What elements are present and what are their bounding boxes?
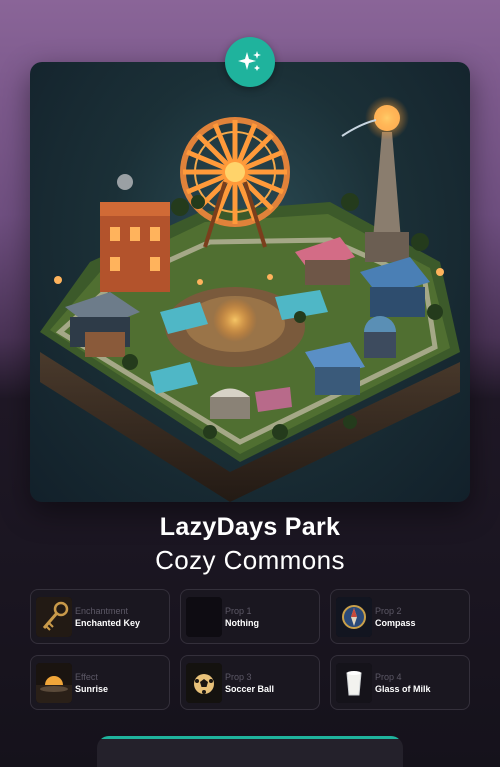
trait-value: Glass of Milk xyxy=(375,684,431,694)
trait-category: Prop 1 xyxy=(225,606,252,616)
park-collection: Cozy Commons xyxy=(155,545,345,575)
park-illustration xyxy=(40,96,460,502)
compass-icon xyxy=(336,597,372,637)
trait-prop-4[interactable]: Prop 4 Glass of Milk xyxy=(330,655,470,710)
trait-category: Enchantment xyxy=(75,606,129,616)
trait-prop-2[interactable]: Prop 2 Compass xyxy=(330,589,470,644)
sunrise-icon xyxy=(36,663,72,703)
park-name: LazyDays Park xyxy=(159,513,341,541)
trait-value: Compass xyxy=(375,618,416,628)
trait-enchantment[interactable]: Enchantment Enchanted Key xyxy=(30,589,170,644)
milk-glass-icon xyxy=(336,663,372,703)
trait-value: Nothing xyxy=(225,618,259,628)
trait-value: Enchanted Key xyxy=(75,618,141,628)
empty-icon xyxy=(186,597,222,637)
trait-prop-1[interactable]: Prop 1 Nothing xyxy=(180,589,320,644)
trait-category: Effect xyxy=(75,672,98,682)
bottom-action-bar[interactable] xyxy=(97,736,403,767)
trait-category: Prop 3 xyxy=(225,672,252,682)
trait-value: Sunrise xyxy=(75,684,109,694)
trait-prop-3[interactable]: Prop 3 Soccer Ball xyxy=(180,655,320,710)
park-artwork xyxy=(30,62,470,502)
trait-value: Soccer Ball xyxy=(225,684,275,694)
trait-category: Prop 2 xyxy=(375,606,402,616)
key-icon xyxy=(36,597,72,637)
trait-category: Prop 4 xyxy=(375,672,402,682)
soccer-ball-icon xyxy=(186,663,222,703)
trait-effect[interactable]: Effect Sunrise xyxy=(30,655,170,710)
sparkles-icon xyxy=(225,37,275,87)
